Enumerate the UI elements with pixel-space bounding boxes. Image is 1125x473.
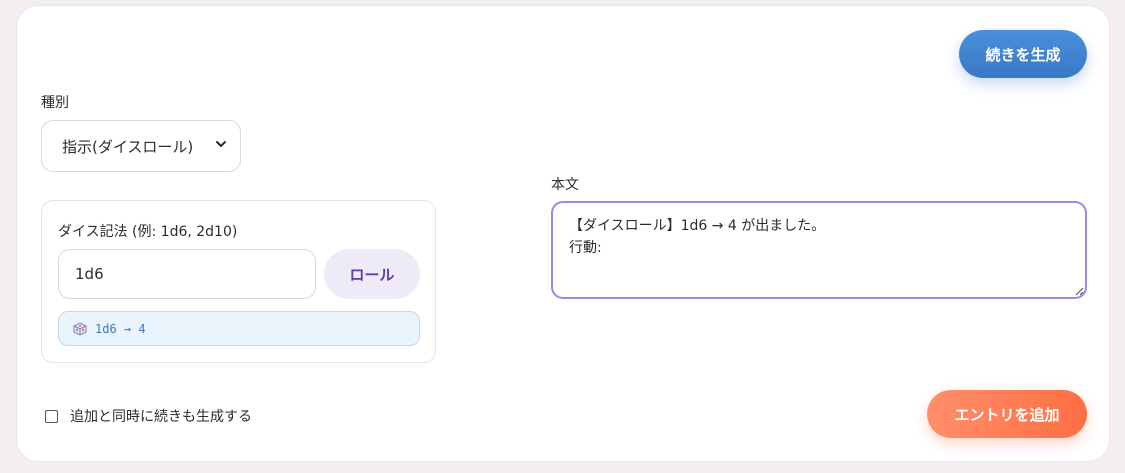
dice-result-text: 1d6 → 4 <box>95 321 146 336</box>
type-select[interactable]: 指示(ダイスロール) <box>41 120 241 172</box>
dice-notation-input[interactable] <box>58 249 316 299</box>
roll-button[interactable]: ロール <box>324 249 420 299</box>
add-entry-button[interactable]: エントリを追加 <box>927 390 1087 438</box>
body-label: 本文 <box>551 177 579 193</box>
dice-panel: ダイス記法 (例: 1d6, 2d10) ロール 1d6 → 4 <box>41 200 436 363</box>
dice-notation-label: ダイス記法 (例: 1d6, 2d10) <box>58 224 238 240</box>
generate-with-add-checkbox[interactable] <box>45 409 58 423</box>
type-label: 種別 <box>41 95 69 111</box>
chevron-down-icon <box>216 141 226 147</box>
body-textarea[interactable]: 【ダイスロール】1d6 → 4 が出ました。 行動: <box>551 201 1087 299</box>
generate-with-add-label[interactable]: 追加と同時に続きも生成する <box>70 406 252 426</box>
type-select-value: 指示(ダイスロール) <box>62 137 194 156</box>
entry-card: 続きを生成 種別 指示(ダイスロール) ダイス記法 (例: 1d6, 2d10)… <box>16 5 1110 462</box>
generate-continuation-button[interactable]: 続きを生成 <box>959 30 1087 78</box>
dice-result: 1d6 → 4 <box>58 311 420 346</box>
dice-icon <box>73 321 87 336</box>
resize-grip-icon[interactable] <box>1075 287 1084 296</box>
generate-with-add-option: 追加と同時に続きも生成する <box>45 406 252 426</box>
